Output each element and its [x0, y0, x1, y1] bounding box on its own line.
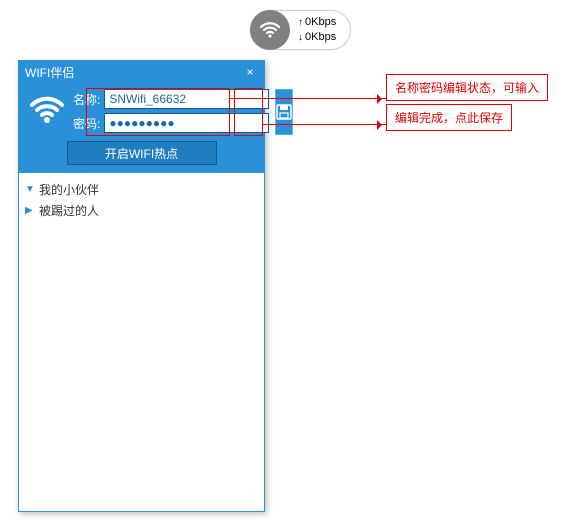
expand-icon: ▼ [25, 184, 35, 195]
name-input[interactable] [104, 89, 269, 109]
annotation-input-editable: 名称密码编辑状态，可输入 [386, 74, 548, 101]
save-button[interactable] [275, 89, 293, 135]
wifi-large-icon [27, 89, 67, 131]
down-arrow-icon: ↓ [298, 32, 303, 43]
start-hotspot-label: 开启WIFI热点 [105, 145, 178, 162]
start-hotspot-button[interactable]: 开启WIFI热点 [67, 141, 217, 165]
password-label: 密码: [73, 115, 100, 132]
window-title: WIFI伴侣 [25, 64, 74, 81]
speed-rates: ↑0Kbps ↓0Kbps [298, 15, 336, 45]
arrow-to-anno1 [230, 98, 386, 99]
titlebar: WIFI伴侣 × [19, 61, 264, 83]
list-item-kicked[interactable]: ▶ 被踢过的人 [25, 200, 258, 221]
list-item-friends[interactable]: ▼ 我的小伙伴 [25, 179, 258, 200]
up-arrow-icon: ↑ [298, 17, 303, 28]
collapse-icon: ▶ [25, 205, 35, 216]
header-panel: 名称: 密码: 开启WIFI热点 [19, 83, 264, 173]
down-speed: 0Kbps [305, 31, 336, 43]
arrow-to-anno2 [263, 124, 386, 125]
speed-indicator: ↑0Kbps ↓0Kbps [250, 10, 351, 50]
close-button[interactable]: × [242, 65, 258, 79]
wifi-icon [250, 10, 290, 50]
wifi-companion-window: WIFI伴侣 × 名称: 密码: [18, 60, 265, 512]
save-icon [276, 104, 292, 120]
up-speed: 0Kbps [305, 16, 336, 28]
list-label: 被踢过的人 [39, 202, 99, 219]
password-input[interactable] [104, 113, 269, 133]
body-panel: ▼ 我的小伙伴 ▶ 被踢过的人 [19, 173, 264, 511]
list-label: 我的小伙伴 [39, 181, 99, 198]
annotation-save: 编辑完成，点此保存 [386, 104, 512, 131]
name-label: 名称: [73, 91, 100, 108]
